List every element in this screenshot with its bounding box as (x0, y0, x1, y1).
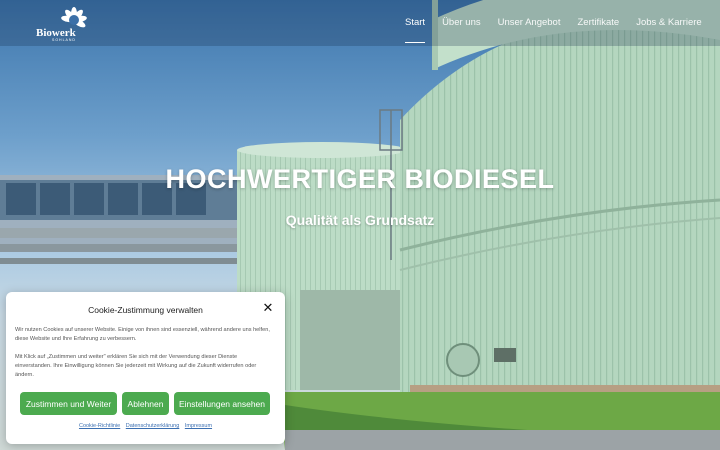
accept-button[interactable]: Zustimmen und Weiter (20, 392, 117, 415)
close-icon[interactable]: ✕ (262, 301, 274, 314)
privacy-policy-link[interactable]: Datenschutzerklärung (126, 423, 180, 429)
nav-item-zertifikate[interactable]: Zertifikate (577, 17, 619, 43)
cookie-intro-text: Wir nutzen Cookies auf unserer Website. … (15, 327, 270, 342)
cookie-consent-dialog: Cookie-Zustimmung verwalten ✕ Wir nutzen… (6, 292, 285, 444)
nav-item-start[interactable]: Start (405, 17, 426, 43)
cookie-policy-link[interactable]: Cookie-Richtlinie (79, 423, 120, 429)
main-navigation: Start Über uns Unser Angebot Zertifikate… (405, 17, 719, 43)
nav-item-jobs-karriere[interactable]: Jobs & Karriere (636, 17, 701, 43)
cookie-footer-links: Cookie-Richtlinie Datenschutzerklärung I… (6, 423, 285, 429)
settings-button[interactable]: Einstellungen ansehen (174, 392, 270, 415)
nav-item-ueber-uns[interactable]: Über uns (442, 17, 481, 43)
cookie-consent-text: Mit Klick auf „Zustimmen und weiter" erk… (15, 354, 257, 378)
deny-button[interactable]: Ablehnen (122, 392, 169, 415)
nav-item-unser-angebot[interactable]: Unser Angebot (498, 17, 561, 43)
hero-subtitle: Qualität als Grundsatz (285, 212, 435, 228)
cookie-dialog-title: Cookie-Zustimmung verwalten (88, 305, 203, 315)
brand-tagline: SOHLAND (52, 38, 76, 42)
imprint-link[interactable]: Impressum (185, 423, 212, 429)
hero-title: HOCHWERTIGER BIODIESEL (165, 164, 555, 194)
